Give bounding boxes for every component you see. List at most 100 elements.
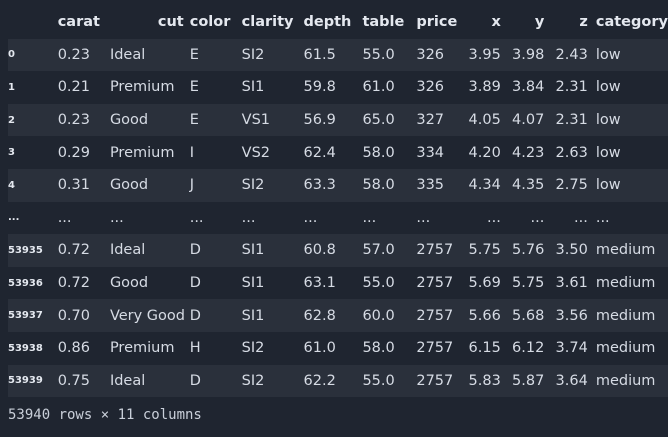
cell-cut: Premium [109,79,175,96]
dataframe-body: 0 0.23 Ideal E SI2 61.5 55.0 326 3.95 3.98 2.43 low… [8,38,668,398]
cell-y: 3.84 [512,79,545,96]
cell-color: E [189,46,199,63]
cell-price: 334 [416,144,445,161]
cell-carat: 0.21 [57,79,90,96]
cell-y: 4.35 [512,177,545,194]
cell-x: 5.69 [468,275,501,292]
cell-table: 55.0 [362,372,395,389]
cell-clarity: SI2 [241,340,265,357]
cell-price: 327 [416,112,445,129]
cell-depth: 63.3 [303,177,336,194]
cell-carat: 0.86 [57,340,90,357]
cell-price: 2757 [416,372,454,389]
cell-x: 3.89 [468,79,501,96]
cell-depth: 61.5 [303,46,336,63]
cell-price: 2757 [416,242,454,259]
column-header-price: price [416,14,458,31]
cell-clarity: VS1 [241,112,271,129]
cell-x: 5.83 [468,372,501,389]
cell-table: 61.0 [362,79,395,96]
table-row: 4 0.31 Good J SI2 63.3 58.0 335 4.34 4.35 2.75 low [8,168,668,202]
cell-depth: 62.4 [303,144,336,161]
row-index: 53939 [8,375,43,387]
table-row: 0 0.23 Ideal E SI2 61.5 55.0 326 3.95 3.98 2.43 low [8,38,668,72]
cell-depth: 62.8 [303,307,336,324]
cell-color: D [189,307,201,324]
row-index: 53938 [8,342,43,354]
cell-clarity: SI1 [241,242,265,259]
cell-cut: Ideal [109,372,146,389]
cell-category: low [595,177,621,194]
cell-cut: Good [109,275,149,292]
cell-table: 60.0 [362,307,395,324]
cell-price: 326 [416,46,445,63]
table-row: 1 0.21 Premium E SI1 59.8 61.0 326 3.89 3.84 2.31 l… [8,71,668,104]
cell-cut: Ideal [109,242,146,259]
cell-color: D [189,275,201,292]
cell-x: 4.34 [468,177,501,194]
cell-table: 58.0 [362,340,395,357]
column-header-x: x [491,14,501,31]
row-index: 53936 [8,277,43,289]
cell-depth: 56.9 [303,112,336,129]
cell-table: 65.0 [362,112,395,129]
cell-x: 6.15 [468,340,501,357]
cell-price: 2757 [416,307,454,324]
cell-category: ... [595,209,610,226]
column-header-clarity: clarity [241,14,294,31]
cell-clarity: SI2 [241,177,265,194]
dataframe-table: carat cut color clarity depth table pric… [8,6,668,398]
cell-z: 2.31 [555,79,588,96]
cell-price: 2757 [416,275,454,292]
cell-color: E [189,79,199,96]
cell-cut: Ideal [109,46,146,63]
cell-z: 2.75 [555,177,588,194]
cell-table: 57.0 [362,242,395,259]
cell-carat: 0.72 [57,242,90,259]
cell-clarity: SI1 [241,275,265,292]
cell-category: low [595,112,621,129]
cell-category: low [595,144,621,161]
cell-z: 3.64 [555,372,588,389]
cell-y: 5.76 [512,242,545,259]
cell-category: medium [595,372,656,389]
cell-carat: 0.29 [57,144,90,161]
cell-z: 3.50 [555,242,588,259]
table-row: 53935 0.72 Ideal D SI1 60.8 57.0 2757 5.75 5.76 3.… [8,234,668,267]
cell-cut: Premium [109,340,175,357]
cell-cut: ... [109,209,124,226]
table-row: 53937 0.70 Very Good D SI1 62.8 60.0 2757 5.66 5.… [8,299,668,332]
cell-carat: 0.75 [57,372,90,389]
cell-table: 58.0 [362,144,395,161]
cell-y: 4.07 [512,112,545,129]
cell-y: 5.75 [512,275,545,292]
header-row: carat cut color clarity depth table pric… [8,6,668,39]
cell-z: 2.31 [555,112,588,129]
cell-x: 5.66 [468,307,501,324]
row-index: 53937 [8,310,43,322]
cell-depth: ... [303,209,318,226]
dataframe-output: carat cut color clarity depth table pric… [0,0,668,437]
row-index: 0 [8,49,15,61]
cell-x: 4.05 [468,112,501,129]
cell-depth: 62.2 [303,372,336,389]
cell-z: 2.43 [555,46,588,63]
cell-depth: 60.8 [303,242,336,259]
cell-clarity: SI2 [241,372,265,389]
row-index: ... [8,212,20,224]
cell-x: 5.75 [468,242,501,259]
cell-clarity: SI1 [241,79,265,96]
cell-category: low [595,79,621,96]
index-header [8,6,50,39]
cell-color: D [189,372,201,389]
row-index: 1 [8,81,15,93]
row-index: 4 [8,179,15,191]
column-header-carat: carat [57,14,100,31]
cell-clarity: SI2 [241,46,265,63]
cell-color: J [189,177,194,194]
cell-color: I [189,144,194,161]
cell-carat: 0.23 [57,112,90,129]
cell-y: 4.23 [512,144,545,161]
cell-depth: 59.8 [303,79,336,96]
cell-z: 3.56 [555,307,588,324]
